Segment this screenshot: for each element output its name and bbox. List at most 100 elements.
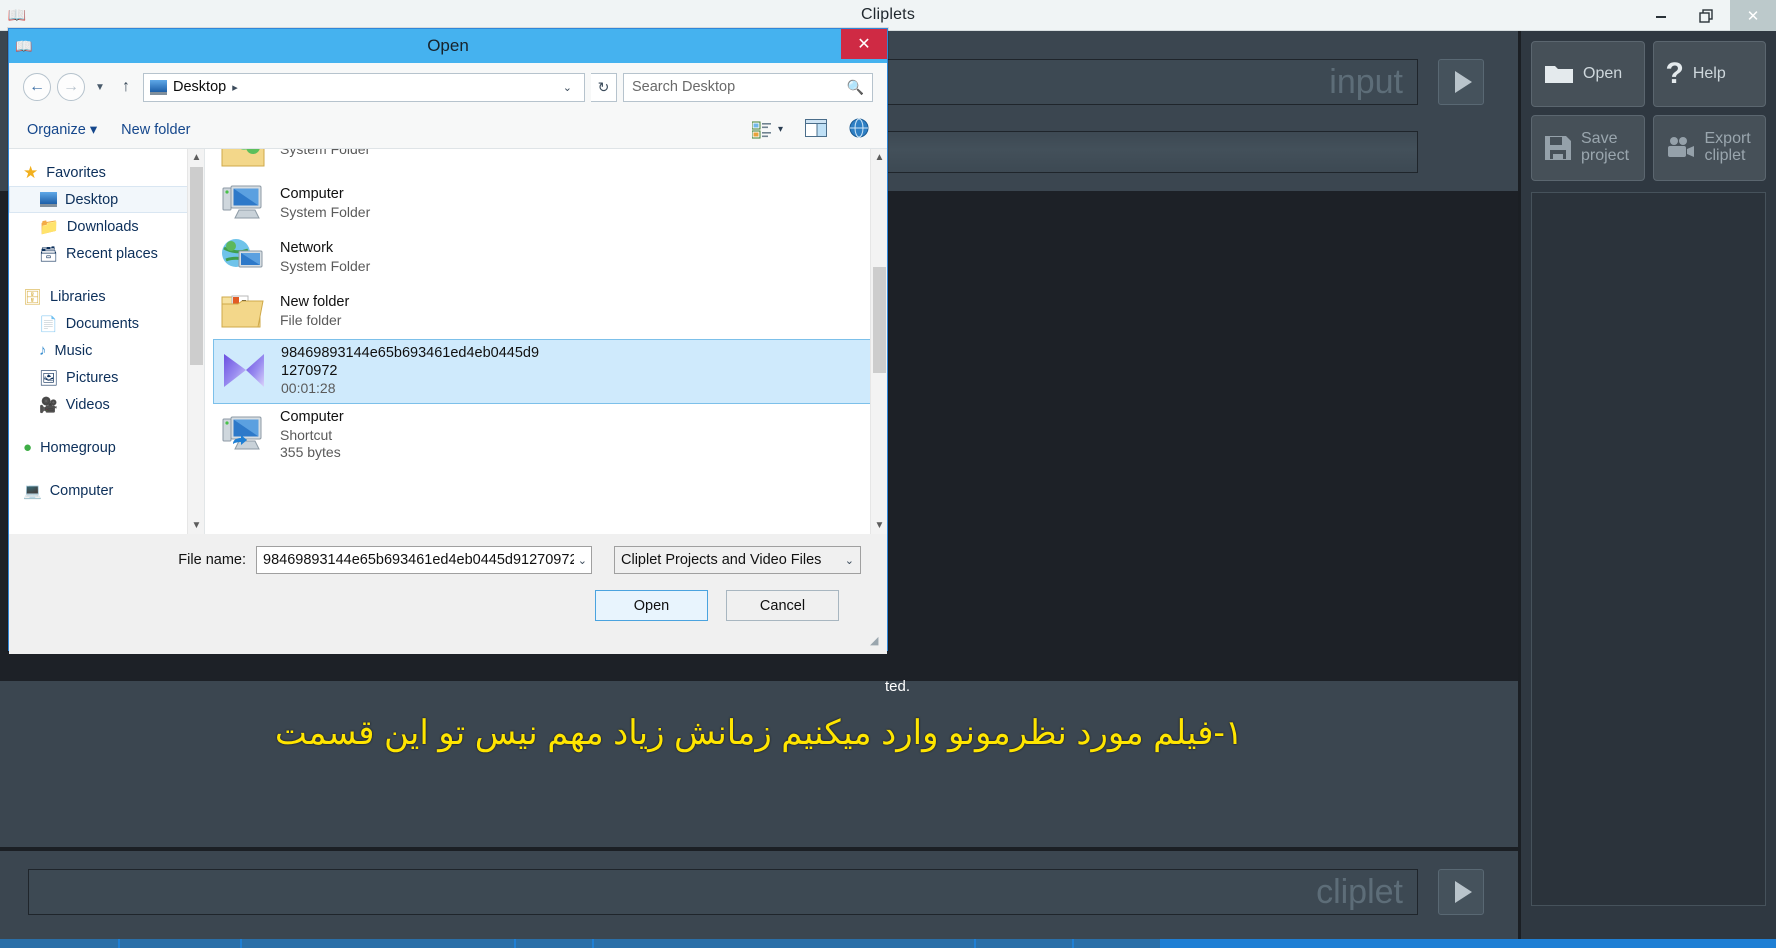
computer-icon: 💻 [23,482,42,500]
list-item-name: Network [280,240,334,257]
save-project-button[interactable]: Save project [1531,115,1645,181]
desktop-icon [150,79,167,95]
floppy-disk-icon [1544,135,1572,161]
scrollbar-thumb[interactable] [873,267,886,373]
dialog-content: ★ Favorites Desktop 📁 Downloads 🗃 Recent… [9,149,887,534]
video-camera-icon [1666,136,1696,160]
list-item[interactable]: Network System Folder [205,231,887,285]
new-folder-button[interactable]: New folder [121,122,190,138]
up-arrow-icon[interactable]: ↑ [115,78,137,96]
refresh-icon[interactable]: ↻ [591,72,617,102]
window-title: Cliplets [860,6,916,23]
sidebar-item-downloads[interactable]: 📁 Downloads [9,213,204,240]
chevron-down-icon: ▾ [89,121,98,138]
address-bar[interactable]: Desktop ▸ ⌄ [143,72,585,102]
window-titlebar: 📖 Cliplets ✕ [0,0,1776,31]
minimize-icon[interactable] [1638,0,1684,31]
dialog-button-row: Open Cancel [9,590,861,621]
dialog-body: ← → ▼ ↑ Desktop ▸ ⌄ ↻ 🔍 Orga [9,63,887,654]
input-play-button[interactable] [1438,59,1484,105]
back-arrow-icon[interactable]: ← [23,73,51,101]
sidebar-item-recent-places[interactable]: 🗃 Recent places [9,240,204,267]
sidebar-group-favorites[interactable]: ★ Favorites [9,159,204,186]
forward-arrow-icon[interactable]: → [57,73,85,101]
scrollbar-thumb[interactable] [190,167,203,365]
help-button[interactable]: ? Help [1652,41,1766,107]
overlay-caption-text: ۱-فیلم مورد نظرمونو وارد میکنیم زمانش زی… [274,714,1244,752]
play-icon [1454,71,1472,93]
taskbar[interactable] [0,939,1776,948]
scroll-up-icon[interactable]: ▲ [188,149,204,166]
chevron-down-icon[interactable]: ⌄ [574,554,587,567]
sidebar-item-documents[interactable]: 📄 Documents [9,310,204,337]
properties-panel-well [1531,192,1766,906]
cancel-button[interactable]: Cancel [726,590,839,621]
breadcrumb[interactable]: Desktop [173,79,226,95]
preview-pane-button[interactable] [805,118,827,141]
list-item-selected[interactable]: 98469893144e65b693461ed4eb0445d91270972 … [213,339,881,404]
chevron-down-icon[interactable]: ▼ [91,82,109,93]
file-list: System Folder Computer System Folder Net… [205,149,887,534]
recent-places-icon: 🗃 [39,245,59,263]
list-item-meta: Shortcut [280,426,333,443]
file-type-dropdown[interactable]: Cliplet Projects and Video Files ⌄ [614,546,861,574]
resize-grip-icon[interactable]: ◢ [870,634,882,647]
search-box[interactable]: 🔍 [623,72,873,102]
scroll-up-icon[interactable]: ▲ [871,149,887,166]
sidebar-item-label: Desktop [65,191,119,208]
dialog-titlebar: 📖 Open ✕ [9,29,887,63]
view-options-button[interactable]: ▾ [751,121,783,139]
computer-shortcut-icon [219,413,267,457]
list-item-meta: System Folder [280,204,371,221]
open-button-label: Open [1583,64,1623,82]
sidebar-group-libraries[interactable]: 🗄 Libraries [9,283,204,310]
scroll-down-icon[interactable]: ▼ [188,517,204,534]
help-button[interactable] [849,118,869,142]
list-item[interactable]: Computer System Folder [205,177,887,231]
tool-panel: Open ? Help Save project Export cliplet [1518,31,1776,948]
pictures-icon: 🖼 [39,369,59,387]
export-cliplet-button[interactable]: Export cliplet [1652,115,1766,181]
sidebar-item-label: Documents [65,315,140,332]
sidebar-group-label: Homegroup [40,439,116,456]
sidebar-group-label: Computer [49,482,114,499]
file-name-input[interactable]: 98469893144e65b693461ed4eb0445d91270972 … [256,546,592,574]
sidebar-scrollbar[interactable]: ▲ ▼ [187,149,204,534]
sidebar-item-videos[interactable]: 🎥 Videos [9,391,204,418]
open-button[interactable]: Open [595,590,708,621]
organize-menu[interactable]: Organize ▾ [27,122,97,138]
file-name-value: 98469893144e65b693461ed4eb0445d91270972 [263,552,574,568]
sidebar-item-pictures[interactable]: 🖼 Pictures [9,364,204,391]
sidebar-item-label: Videos [65,396,110,413]
users-folder-icon [219,149,267,172]
chevron-down-icon[interactable]: ⌄ [841,554,854,567]
magnifier-icon: 🔍 [846,78,864,95]
list-item-name: Computer [280,186,344,203]
address-dropdown-icon[interactable]: ⌄ [557,81,578,94]
dialog-command-bar: Organize ▾ New folder ▾ [9,111,887,149]
close-icon[interactable]: ✕ [1730,0,1776,31]
list-item-meta: 00:01:28 [281,380,336,397]
sidebar-item-music[interactable]: ♪ Music [9,337,204,364]
output-track-box[interactable]: cliplet [28,869,1418,915]
list-item[interactable]: New folder File folder [205,285,887,339]
file-list-scrollbar[interactable]: ▲ ▼ [870,149,887,534]
sidebar-group-homegroup[interactable]: ● Homegroup [9,434,204,461]
help-globe-icon [849,118,869,137]
list-item-meta: System Folder [280,258,371,275]
sidebar-item-desktop[interactable]: Desktop [9,186,204,213]
open-button[interactable]: Open [1531,41,1645,107]
search-input[interactable] [632,79,847,95]
sidebar-group-label: Libraries [50,288,106,305]
list-item[interactable]: Computer Shortcut 355 bytes [205,404,887,467]
network-icon [219,236,267,280]
sidebar-item-label: Recent places [66,245,158,262]
scroll-down-icon[interactable]: ▼ [871,517,887,534]
save-project-label: Save project [1581,130,1630,164]
sidebar-group-computer[interactable]: 💻 Computer [9,477,204,504]
restore-icon[interactable] [1684,0,1730,31]
sidebar-item-label: Pictures [66,369,119,386]
output-play-button[interactable] [1438,869,1484,915]
list-item[interactable]: System Folder [205,149,887,177]
dialog-close-button[interactable]: ✕ [841,29,887,59]
